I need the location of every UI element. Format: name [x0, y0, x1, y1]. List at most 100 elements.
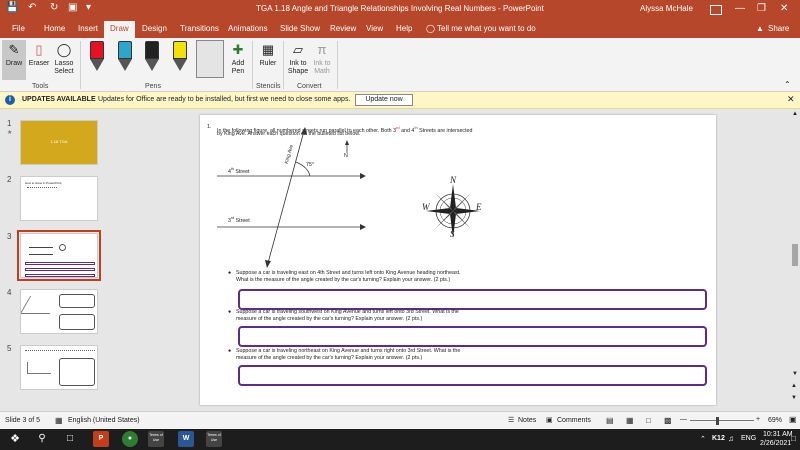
zoom-level[interactable]: 69%	[768, 417, 782, 424]
k12-tray-icon[interactable]: K12	[712, 435, 725, 442]
answer-box-3[interactable]	[238, 365, 707, 386]
scrollbar-thumb[interactable]	[792, 244, 798, 266]
bullet-3-line-2: measure of the angle created by the car'…	[236, 355, 423, 361]
slide-thumbnail-4[interactable]	[20, 289, 98, 334]
powerpoint-taskbar-icon[interactable]: P	[93, 431, 109, 447]
tell-me-search[interactable]: Tell me what you want to do	[437, 24, 536, 33]
thumbnail-box	[25, 268, 95, 271]
show-hidden-icons[interactable]: ⌃	[700, 435, 706, 443]
vertical-scrollbar[interactable]: ▲ ▼ ▲ ▼	[790, 109, 800, 411]
ink-to-math-button[interactable]: π Ink to Math	[311, 42, 333, 76]
task-view-icon[interactable]: □	[62, 431, 78, 447]
chrome-taskbar-icon[interactable]: ●	[122, 431, 138, 447]
ink-to-shape-button[interactable]: ▱ Ink to Shape	[286, 42, 310, 76]
ruler-button[interactable]: ▦ Ruler	[256, 42, 280, 68]
restore-icon[interactable]: ❐	[757, 3, 766, 14]
ink-to-math-icon: π	[317, 42, 327, 57]
selected-pen-frame[interactable]	[196, 40, 224, 78]
spellcheck-icon[interactable]: ▦	[55, 416, 63, 425]
answer-box-2[interactable]	[238, 326, 707, 347]
compass-s: S	[450, 229, 455, 239]
user-name[interactable]: Alyssa McHale	[640, 4, 693, 13]
tab-draw[interactable]: Draw	[104, 21, 135, 38]
notes-button[interactable]: Notes	[518, 417, 536, 424]
word-taskbar-icon[interactable]: W	[178, 431, 194, 447]
next-slide-icon[interactable]: ▼	[791, 395, 797, 401]
zoom-slider[interactable]	[690, 420, 754, 421]
windows-start-icon[interactable]: ❖	[7, 431, 23, 447]
convert-group-label: Convert	[297, 83, 322, 90]
ribbon-display-options-icon[interactable]	[710, 5, 722, 15]
tab-file[interactable]: File	[12, 24, 25, 33]
normal-view-icon[interactable]: ▤	[606, 416, 614, 425]
divider	[283, 41, 284, 89]
clock-time[interactable]: 10:31 AM	[763, 431, 793, 438]
bullet-2-line-1: Suppose a car is traveling southwest on …	[236, 309, 459, 315]
scroll-down-icon[interactable]: ▼	[792, 371, 798, 377]
tab-insert[interactable]: Insert	[78, 24, 98, 33]
ribbon: ✎ Draw ▯ Eraser ◯ Lasso Select Tools ▾ P…	[0, 38, 800, 92]
ruler-icon: ▦	[261, 42, 275, 57]
add-pen-button[interactable]: ✚ Add Pen	[228, 42, 248, 76]
zoom-slider-thumb[interactable]	[716, 417, 719, 425]
search-icon[interactable]: ⚲	[34, 431, 50, 447]
slideshow-view-icon[interactable]: ▩	[664, 416, 672, 425]
pen-swatch-1[interactable]	[86, 41, 108, 77]
thumbnail-compass	[59, 244, 66, 251]
pen-swatch-2[interactable]	[114, 41, 136, 77]
pen-swatch-4[interactable]	[169, 41, 191, 77]
slide-thumbnail-1[interactable]: 1.18 TGA	[20, 120, 98, 165]
previous-slide-icon[interactable]: ▲	[791, 383, 797, 389]
terms-of-use-icon[interactable]: Terms of Use	[148, 431, 164, 447]
update-info-bar: i UPDATES AVAILABLE Updates for Office a…	[0, 92, 800, 109]
eraser-icon: ▯	[35, 42, 43, 57]
fit-to-window-icon[interactable]: ▣	[789, 415, 797, 424]
collapse-ribbon-icon[interactable]: ⌃	[784, 80, 791, 89]
bullet-3-line-1: Suppose a car is traveling northeast on …	[236, 348, 461, 354]
superscript: rd	[230, 216, 235, 220]
zoom-in-icon[interactable]: +	[756, 416, 760, 423]
clock-date[interactable]: 2/26/2021	[760, 440, 791, 447]
pen-swatch-3[interactable]	[141, 41, 163, 77]
info-message: Updates for Office are ready to be insta…	[98, 96, 351, 103]
draw-button[interactable]: ✎ Draw	[2, 40, 26, 80]
tab-help[interactable]: Help	[396, 24, 412, 33]
scroll-up-icon[interactable]: ▲	[792, 111, 798, 117]
slide-thumbnail-3[interactable]	[17, 230, 101, 281]
lasso-select-button[interactable]: ◯ Lasso Select	[52, 42, 76, 76]
tab-slide-show[interactable]: Slide Show	[280, 24, 320, 33]
close-icon[interactable]: ✕	[780, 3, 788, 14]
slide-thumbnail-5[interactable]	[20, 345, 98, 390]
volume-icon[interactable]: ♫	[728, 434, 734, 443]
bullet-2-line-2: measure of the angle created by the car'…	[236, 316, 423, 322]
compass-e: E	[476, 202, 482, 212]
minimize-icon[interactable]: —	[735, 3, 745, 14]
terms-of-use-icon-2[interactable]: Terms of Use	[206, 431, 222, 447]
slide-thumbnail-2[interactable]: How to show in PowerPoint	[20, 176, 98, 221]
share-icon[interactable]: ▲	[756, 24, 764, 33]
answer-box-1[interactable]	[238, 289, 707, 310]
tab-animations[interactable]: Animations	[228, 24, 268, 33]
share-button[interactable]: Share	[768, 24, 789, 33]
comments-button[interactable]: Comments	[557, 417, 591, 424]
tab-home[interactable]: Home	[44, 24, 65, 33]
notifications-icon[interactable]: □	[791, 434, 796, 443]
zoom-out-icon[interactable]: —	[680, 416, 687, 423]
thumbnail-number: 4	[7, 288, 12, 297]
slide-counter: Slide 3 of 5	[5, 417, 41, 424]
reading-view-icon[interactable]: □	[646, 416, 651, 425]
pens-group-label: Pens	[145, 83, 161, 90]
close-infobar-icon[interactable]: ✕	[787, 94, 795, 105]
slide-sorter-icon[interactable]: ▦	[626, 416, 634, 425]
tab-review[interactable]: Review	[330, 24, 356, 33]
notes-icon: ☰	[508, 417, 515, 424]
tab-transitions[interactable]: Transitions	[180, 24, 219, 33]
language-status[interactable]: English (United States)	[68, 417, 140, 424]
eraser-button[interactable]: ▯ Eraser	[28, 42, 50, 68]
tab-view[interactable]: View	[366, 24, 383, 33]
tab-design[interactable]: Design	[142, 24, 167, 33]
language-indicator[interactable]: ENG	[741, 435, 756, 442]
title-bar: 💾 ↶ ↻ ▣ ▾ TGA 1.18 Angle and Triangle Re…	[0, 0, 800, 20]
slide-canvas[interactable]: 1. In the following figure, all numbered…	[200, 115, 716, 405]
update-now-button[interactable]: Update now	[355, 94, 413, 106]
